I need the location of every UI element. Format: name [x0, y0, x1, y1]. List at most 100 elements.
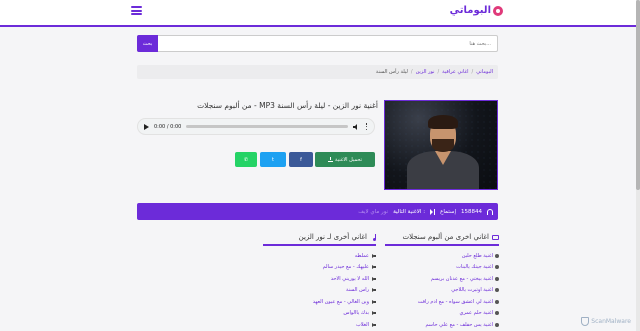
list-item[interactable]: اغنية يس حفلف - مع علي حاسم	[385, 319, 499, 331]
stats-bar: 158844 إستماع الاغنية التالية : نور ماي …	[137, 203, 498, 220]
breadcrumb-separator: /	[471, 69, 474, 75]
breadcrumb: البوماتي / اغاني عراقية / نور الزين / لي…	[137, 65, 498, 79]
list-item-label: اغنية لي اعشق سواه - مع ادم رافت	[417, 298, 493, 305]
search-button[interactable]: بحث	[137, 35, 158, 52]
shield-icon	[581, 317, 590, 326]
list-item-label: اغنية حلم عمري	[459, 310, 493, 317]
artist-songs-title: اغاني أخرى لـ نور الزين	[298, 233, 367, 241]
more-options-icon[interactable]	[365, 123, 368, 130]
twitter-icon: t	[272, 156, 274, 163]
menu-icon[interactable]	[131, 6, 142, 15]
headphones-icon	[487, 208, 493, 215]
logo-mark-icon	[493, 5, 503, 16]
breadcrumb-separator: /	[410, 69, 413, 75]
scrollbar-thumb[interactable]	[636, 0, 640, 190]
twitter-share-button[interactable]: t	[260, 152, 286, 167]
list-item[interactable]: وين الغالي - مع عيون العهد	[263, 296, 376, 308]
audio-player: 0:00 / 0:00	[137, 118, 375, 135]
list-item-label: بدك ياالواس	[343, 310, 369, 317]
volume-icon	[371, 299, 376, 304]
list-item[interactable]: اغنية لي اعشق سواه - مع ادم رافت	[385, 296, 499, 308]
site-logo[interactable]: البوماتي	[450, 5, 503, 16]
list-item-label: اغنية بيختي - مع عدنان بريسم	[430, 275, 493, 282]
list-item[interactable]: الله لا يوريني الاحد	[263, 273, 376, 285]
volume-icon	[371, 265, 376, 270]
play-circle-icon	[495, 288, 499, 293]
play-circle-icon	[495, 311, 499, 316]
list-item[interactable]: عليهك - مع حيدر سالم	[263, 262, 376, 274]
volume-icon	[371, 253, 376, 258]
watermark-text: ScanMalware	[591, 318, 631, 325]
list-item-label: راس السنة	[345, 287, 369, 294]
list-item-label: اغنية اوتيرت ياللاجي	[451, 287, 493, 294]
list-item-label: عملطه	[354, 252, 369, 259]
search-bar: بحث	[137, 35, 498, 52]
album-songs-heading: اغاني اخرى من ألبوم سنجلات	[385, 233, 499, 246]
breadcrumb-category[interactable]: اغاني عراقية	[442, 69, 468, 75]
folder-icon	[492, 234, 499, 240]
download-button[interactable]: تحميل الاغنية	[315, 152, 375, 167]
page-scrollbar[interactable]	[636, 0, 640, 331]
audio-time: 0:00 / 0:00	[154, 123, 182, 130]
breadcrumb-home[interactable]: البوماتي	[476, 69, 493, 75]
volume-icon	[371, 322, 376, 327]
artist-songs-heading: اغاني أخرى لـ نور الزين	[263, 233, 376, 246]
list-item-label: الله لا يوريني الاحد	[330, 275, 369, 282]
logo-text: البوماتي	[449, 5, 491, 16]
album-songs-list: اغنية طلع حلين اغنية جيتك يالبنات اغنية …	[385, 250, 499, 331]
menu-bar	[131, 6, 142, 8]
breadcrumb-current: ليلة رأس السنة	[375, 69, 408, 75]
download-icon	[328, 157, 334, 162]
list-item[interactable]: اغنية طلع حلين	[385, 250, 499, 262]
listens-count: 158844	[461, 208, 482, 215]
play-circle-icon	[495, 322, 499, 327]
play-circle-icon	[495, 299, 499, 304]
list-item[interactable]: الغلاب	[263, 319, 376, 331]
album-songs-title: اغاني اخرى من ألبوم سنجلات	[402, 233, 489, 241]
download-button-label: تحميل الاغنية	[335, 156, 362, 163]
top-navbar: البوماتي	[0, 0, 640, 27]
volume-icon	[371, 311, 376, 316]
whatsapp-share-button[interactable]: ✆	[235, 152, 257, 167]
list-item-label: الغلاب	[355, 321, 369, 328]
list-item-label: اغنية يس حفلف - مع علي حاسم	[425, 321, 493, 328]
list-item-label: عليهك - مع حيدر سالم	[322, 264, 369, 271]
listens-label: إستماع	[440, 208, 456, 215]
cover-artist-hair	[428, 115, 458, 129]
watermark: ScanMalware	[581, 317, 631, 326]
list-item-label: اغنية جيتك يالبنات	[456, 264, 493, 271]
search-input[interactable]	[160, 36, 496, 51]
play-icon[interactable]	[144, 123, 149, 130]
list-item[interactable]: اغنية حلم عمري	[385, 308, 499, 320]
facebook-icon: f	[300, 156, 302, 163]
list-item[interactable]: بدك ياالواس	[263, 308, 376, 320]
volume-icon	[371, 276, 376, 281]
cover-artist-beard	[432, 139, 454, 152]
breadcrumb-artist[interactable]: نور الزين	[416, 69, 435, 75]
next-song-label: الاغنية التالية :	[393, 208, 426, 215]
audio-progress-track[interactable]	[186, 125, 348, 128]
album-songs-section: اغاني اخرى من ألبوم سنجلات اغنية طلع حلي…	[385, 233, 499, 331]
album-cover-image	[384, 100, 498, 190]
breadcrumb-separator: /	[437, 69, 440, 75]
volume-icon	[371, 288, 376, 293]
list-item[interactable]: عملطه	[263, 250, 376, 262]
volume-icon[interactable]	[353, 123, 360, 130]
next-track-icon	[430, 208, 436, 215]
list-item[interactable]: اغنية بيختي - مع عدنان بريسم	[385, 273, 499, 285]
list-item[interactable]: اغنية جيتك يالبنات	[385, 262, 499, 274]
whatsapp-icon: ✆	[243, 156, 249, 163]
play-circle-icon	[495, 276, 499, 281]
artist-songs-list: عملطه عليهك - مع حيدر سالم الله لا يورين…	[263, 250, 376, 331]
list-item-label: اغنية طلع حلين	[461, 252, 493, 259]
list-item-label: وين الغالي - مع عيون العهد	[312, 298, 369, 305]
list-item[interactable]: اغنية اوتيرت ياللاجي	[385, 285, 499, 297]
facebook-share-button[interactable]: f	[289, 152, 313, 167]
song-title: أغنية نور الزين - ليلة رأس السنة MP3 - م…	[197, 101, 378, 110]
music-note-icon	[370, 233, 376, 241]
play-circle-icon	[495, 253, 499, 258]
list-item[interactable]: راس السنة	[263, 285, 376, 297]
artist-songs-section: اغاني أخرى لـ نور الزين عملطه عليهك - مع…	[263, 233, 376, 331]
next-song-link[interactable]: نور ماي لايف	[358, 209, 388, 215]
menu-bar	[131, 13, 142, 15]
